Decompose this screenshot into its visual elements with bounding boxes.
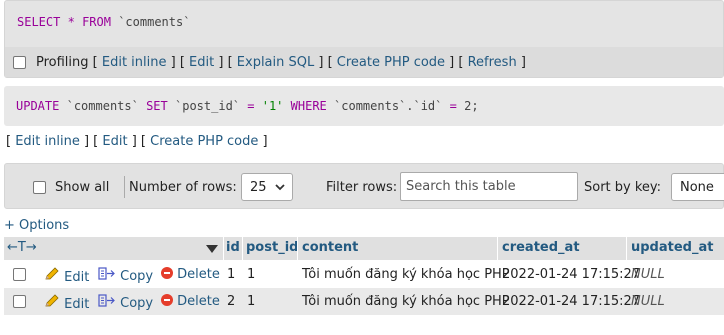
- kw-update: UPDATE: [16, 99, 60, 113]
- create-php-code-link[interactable]: Create PHP code: [337, 55, 445, 70]
- edit-link[interactable]: Edit: [189, 55, 214, 70]
- copy-icon: [98, 267, 116, 284]
- cell-updated-at[interactable]: NULL: [631, 267, 665, 282]
- table-header: ←T→ id post_id content created_at update…: [4, 237, 724, 260]
- kw-from: FROM: [82, 15, 111, 29]
- table-controls-bar: Show all Number of rows: 25 Filter rows:…: [4, 163, 724, 209]
- rows-select-value: 25: [250, 179, 267, 195]
- header-post-id[interactable]: post_id: [246, 240, 298, 255]
- update-edit-link[interactable]: Edit: [102, 134, 127, 149]
- update-query-links: [ Edit inline ] [ Edit ] [ Create PHP co…: [6, 134, 268, 149]
- row-edit-label: Edit: [64, 270, 90, 285]
- update-edit-inline-link[interactable]: Edit inline: [15, 134, 80, 149]
- profiling-checkbox[interactable]: [13, 55, 26, 69]
- controls-divider: [124, 176, 125, 198]
- select-query-text[interactable]: SELECT * FROM `comments`: [17, 15, 190, 29]
- profiling-label: Profiling: [36, 54, 89, 70]
- table-row: Edit Copy Delete 2 1 Tôi muốn đăng ký kh…: [4, 288, 724, 315]
- copy-icon: [98, 294, 116, 311]
- sort-by-key-label: Sort by key:: [584, 179, 662, 195]
- cell-created-at[interactable]: 2022-01-24 17:15:27: [502, 267, 640, 282]
- update-table: `comments`: [66, 99, 139, 113]
- cell-content[interactable]: Tôi muốn đăng ký khóa học PHP: [302, 267, 510, 282]
- kw-where: WHERE: [290, 99, 327, 113]
- show-all-label: Show all: [55, 179, 110, 195]
- row-delete-button[interactable]: Delete: [161, 294, 220, 309]
- query-table: `comments`: [118, 15, 191, 29]
- header-content[interactable]: content: [302, 240, 358, 255]
- show-all-control[interactable]: Show all: [33, 164, 109, 210]
- filter-rows-input[interactable]: Search this table: [400, 172, 578, 201]
- row-delete-label: Delete: [177, 267, 220, 282]
- header-created-at[interactable]: created_at: [502, 240, 580, 255]
- cell-post-id[interactable]: 1: [247, 267, 255, 282]
- row-delete-button[interactable]: Delete: [161, 267, 220, 282]
- cell-id[interactable]: 2: [227, 294, 235, 309]
- where-condition: `comments`.`id`: [334, 99, 443, 113]
- cell-content[interactable]: Tôi muốn đăng ký khóa học PHP: [302, 294, 510, 309]
- row-copy-label: Copy: [120, 296, 154, 311]
- edit-inline-link[interactable]: Edit inline: [102, 55, 167, 70]
- rows-label: Number of rows:: [129, 179, 237, 195]
- refresh-link[interactable]: Refresh: [468, 55, 517, 70]
- row-edit-button[interactable]: Edit: [44, 267, 89, 285]
- delete-icon: [161, 294, 173, 306]
- eq-sign-1: =: [247, 99, 255, 113]
- pencil-icon: [44, 267, 60, 285]
- update-query-text[interactable]: UPDATE `comments` SET `post_id` = '1' WH…: [16, 99, 479, 113]
- chevron-down-icon: [274, 180, 286, 197]
- rows-select[interactable]: 25: [241, 173, 293, 201]
- kw-select: SELECT: [17, 15, 61, 29]
- update-query-box: UPDATE `comments` SET `post_id` = '1' WH…: [4, 86, 724, 126]
- where-value: 2;: [464, 99, 479, 113]
- row-checkbox[interactable]: [13, 295, 26, 308]
- row-copy-button[interactable]: Copy: [98, 267, 153, 284]
- row-delete-label: Delete: [177, 294, 220, 309]
- delete-icon: [161, 267, 173, 279]
- pencil-icon: [44, 294, 60, 312]
- row-edit-label: Edit: [64, 297, 90, 312]
- kw-set: SET: [146, 99, 168, 113]
- sort-by-key-value: None: [680, 179, 714, 195]
- update-column: `post_id`: [175, 99, 241, 113]
- kw-star: *: [67, 15, 75, 29]
- cell-post-id[interactable]: 1: [247, 294, 255, 309]
- row-copy-button[interactable]: Copy: [98, 294, 153, 311]
- cell-created-at[interactable]: 2022-01-24 17:15:27: [502, 294, 640, 309]
- eq-sign-2: =: [449, 99, 457, 113]
- header-id[interactable]: id: [226, 240, 240, 255]
- show-all-checkbox[interactable]: [33, 180, 46, 194]
- options-link[interactable]: + Options: [4, 218, 69, 233]
- column-arrows-icon[interactable]: ←T→: [7, 240, 37, 255]
- row-checkbox[interactable]: [13, 268, 26, 281]
- select-query-box: SELECT * FROM `comments` Profiling [ Edi…: [4, 0, 724, 78]
- row-copy-label: Copy: [120, 269, 154, 284]
- explain-sql-link[interactable]: Explain SQL: [237, 55, 314, 70]
- profiling-bar: Profiling [ Edit inline ] [ Edit ] [ Exp…: [5, 47, 723, 77]
- update-create-php-code-link[interactable]: Create PHP code: [150, 134, 258, 149]
- cell-updated-at[interactable]: NULL: [631, 294, 665, 309]
- header-updated-at[interactable]: updated_at: [631, 240, 713, 255]
- cell-id[interactable]: 1: [227, 267, 235, 282]
- row-edit-button[interactable]: Edit: [44, 294, 89, 312]
- sort-by-key-select[interactable]: None: [671, 173, 724, 201]
- update-value: '1': [261, 99, 284, 113]
- filter-rows-label: Filter rows:: [326, 179, 398, 195]
- sort-triangle-icon[interactable]: [206, 243, 218, 258]
- table-row: Edit Copy Delete 1 1 Tôi muốn đăng ký kh…: [4, 261, 724, 288]
